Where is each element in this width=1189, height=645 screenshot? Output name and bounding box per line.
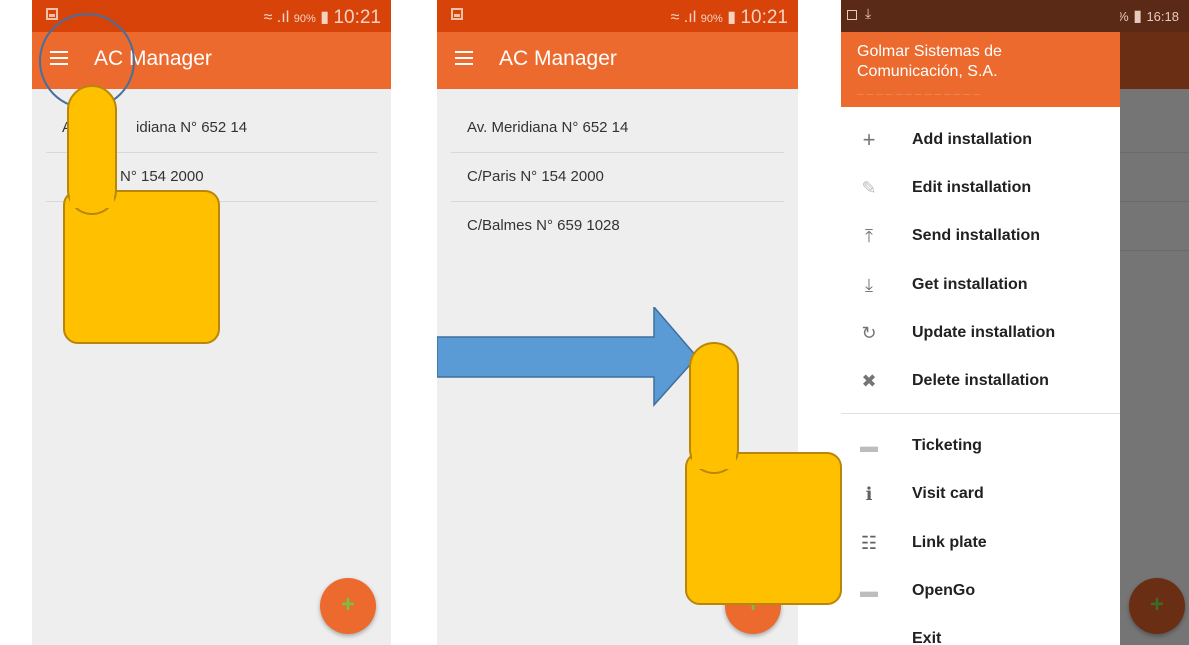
list-item[interactable]: C/Balmes N° 659 1028 — [451, 202, 784, 250]
gallery-notification-icon — [847, 10, 857, 20]
arrow-annotation — [437, 307, 697, 407]
battery-icon: ▮ — [320, 9, 329, 26]
menu-item-send-installation[interactable]: ⤒ Send installation — [841, 212, 1120, 260]
refresh-icon: ↻ — [861, 322, 877, 343]
menu-item-ticketing[interactable]: ▬ Ticketing — [841, 422, 1120, 470]
status-bar: ≈ .ıl 90% ▮ 10:21 — [437, 0, 798, 32]
pencil-icon: ✎ — [861, 178, 877, 199]
menu-item-add-installation[interactable]: + Add installation — [841, 116, 1120, 164]
pointing-hand-icon — [685, 342, 842, 605]
grid-icon: ☷ — [860, 532, 878, 553]
wifi-icon: ≈ — [263, 9, 273, 26]
status-indicators: ≈ .ıl 90% ▮ 10:21 — [671, 6, 788, 28]
clock: 16:18 — [1146, 9, 1179, 24]
menu-item-visit-card[interactable]: ℹ Visit card — [841, 470, 1120, 518]
header-subtitle: ‒‒‒‒‒‒‒‒‒‒‒‒‒ — [857, 87, 983, 95]
download-notification-icon: ⤓ — [865, 5, 872, 21]
ticket-icon: ▬ — [860, 436, 878, 457]
menu-item-link-plate[interactable]: ☷ Link plate — [841, 519, 1120, 567]
menu-icon[interactable] — [455, 51, 473, 65]
drawer-menu: + Add installation ✎ Edit installation ⤒… — [841, 116, 1120, 645]
battery-percent: 90% — [700, 13, 723, 25]
company-name: Golmar Sistemas de Comunicación, S.A. — [857, 43, 1002, 80]
gallery-notification-icon — [46, 8, 58, 20]
drawer-status-bar: ⤓ — [841, 0, 1120, 32]
menu-item-get-installation[interactable]: ⤓ Get installation — [841, 261, 1120, 309]
signal-icon: .ıl — [276, 9, 290, 26]
menu-item-edit-installation[interactable]: ✎ Edit installation — [841, 164, 1120, 212]
app-title: AC Manager — [499, 47, 617, 70]
menu-item-opengo[interactable]: ▬ OpenGo — [841, 567, 1120, 615]
signal-icon: .ıl — [683, 9, 697, 26]
plus-icon: + — [862, 127, 876, 152]
battery-icon: ▮ — [727, 9, 736, 26]
menu-item-update-installation[interactable]: ↻ Update installation — [841, 309, 1120, 357]
clock: 10:21 — [740, 7, 788, 28]
info-icon: ℹ — [865, 484, 873, 505]
add-fab-button[interactable]: + — [1129, 578, 1185, 634]
list-item[interactable]: Av. Meridiana N° 652 14 — [451, 104, 784, 153]
wifi-icon: ≈ — [670, 9, 680, 26]
pointing-hand-icon — [63, 85, 220, 344]
divider — [841, 413, 1120, 415]
gallery-notification-icon — [451, 8, 463, 20]
add-fab-button[interactable]: + — [320, 578, 376, 634]
menu-item-delete-installation[interactable]: ✖ Delete installation — [841, 357, 1120, 405]
battery-percent: 90% — [293, 13, 316, 25]
status-indicators: ≈ .ıl 90% ▮ 10:21 — [264, 6, 381, 28]
navigation-drawer: ⤓ Golmar Sistemas de Comunicación, S.A. … — [841, 0, 1120, 645]
opengo-icon: ▬ — [860, 580, 878, 601]
installation-list: Av. Meridiana N° 652 14 C/Paris N° 154 2… — [451, 104, 784, 250]
list-item[interactable]: C/Paris N° 154 2000 — [451, 153, 784, 202]
exit-icon — [857, 627, 881, 645]
screen-3: ≈ .ıl 51% ▮ 16:18 + ⤓ Golmar Sistemas de… — [841, 0, 1189, 645]
battery-icon: ▮ — [1133, 8, 1142, 25]
drawer-header: Golmar Sistemas de Comunicación, S.A. ‒‒… — [841, 32, 1120, 107]
clock: 10:21 — [333, 7, 381, 28]
download-icon: ⤓ — [865, 274, 873, 295]
upload-icon: ⤒ — [865, 226, 873, 247]
menu-item-exit[interactable]: Exit — [841, 615, 1120, 645]
app-bar: AC Manager — [437, 32, 798, 89]
close-icon: ✖ — [861, 370, 877, 391]
